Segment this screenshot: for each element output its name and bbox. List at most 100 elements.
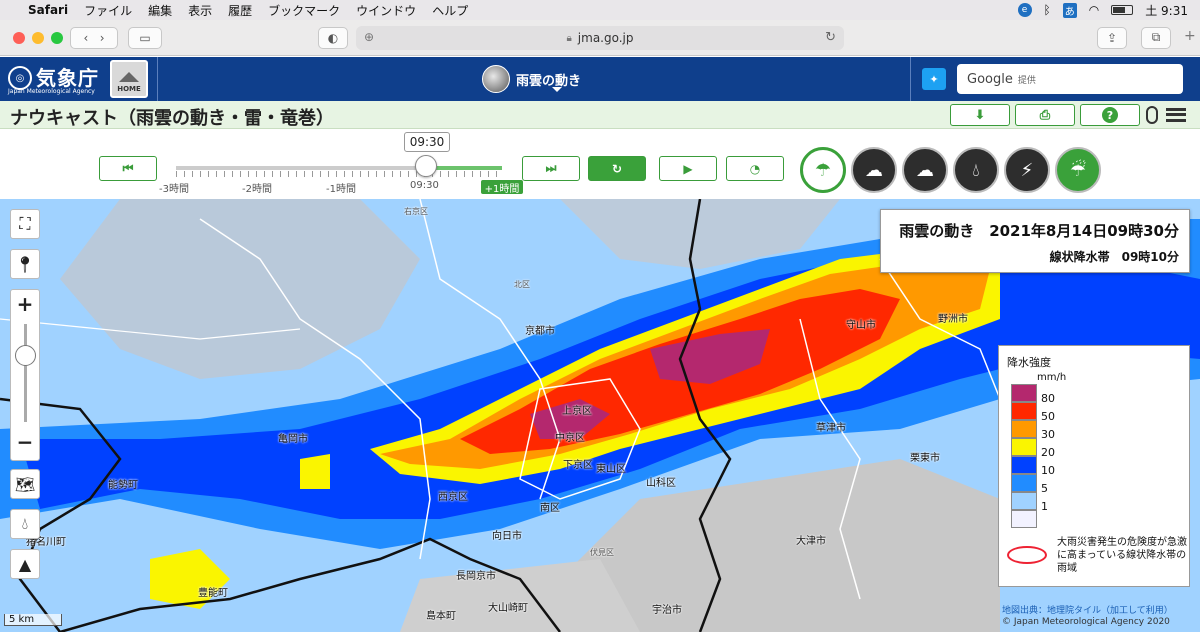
twitter-button[interactable]: ✦ bbox=[922, 68, 946, 90]
zoom-window-icon[interactable] bbox=[51, 31, 63, 44]
zoom-slider-handle[interactable] bbox=[15, 345, 36, 366]
thunder-toggle[interactable]: ☁ bbox=[851, 147, 897, 193]
tick-label: -3時間 bbox=[159, 184, 189, 195]
map-place-label: 西京区 bbox=[438, 492, 468, 503]
map-place-label: 北区 bbox=[514, 280, 530, 289]
back-icon[interactable]: ‹ bbox=[83, 31, 88, 45]
tabs-overview-button[interactable]: ⧉ bbox=[1141, 26, 1171, 49]
close-window-icon[interactable] bbox=[13, 31, 25, 44]
rain-radar-map[interactable]: 右京区 北区 京都市 上京区 中京区 下京区 東山区 山科区 南区 西京区 向日… bbox=[0, 199, 1200, 632]
new-tab-icon[interactable]: + bbox=[1184, 28, 1196, 44]
back-forward-buttons[interactable]: ‹ › bbox=[70, 26, 118, 49]
content-title: 雨雲の動き bbox=[516, 73, 582, 89]
content-selector[interactable]: 雨雲の動き bbox=[482, 65, 581, 93]
jma-logo[interactable]: ◎ 気象庁 Japan Meteorological Agency bbox=[6, 62, 106, 96]
water-drop-icon: 💧︎ bbox=[21, 514, 29, 533]
e-status-icon[interactable]: e bbox=[1017, 3, 1032, 17]
menu-window[interactable]: ウインドウ bbox=[356, 2, 416, 19]
privacy-report-button[interactable]: ◐ bbox=[318, 26, 348, 49]
zoom-out-button[interactable]: − bbox=[11, 430, 39, 454]
jma-logo-mark-icon: ◎ bbox=[8, 66, 32, 90]
map-place-label: 大山崎町 bbox=[488, 603, 528, 614]
future-label: +1時間 bbox=[481, 180, 523, 195]
play-button[interactable]: ▶ bbox=[659, 156, 717, 181]
lightning-toggle[interactable]: ⚡︎ bbox=[1004, 147, 1050, 193]
menu-edit[interactable]: 編集 bbox=[148, 2, 172, 19]
forward-icon[interactable]: › bbox=[100, 31, 105, 45]
skip-to-end-button[interactable]: ⏭ bbox=[522, 156, 580, 181]
time-slider-handle[interactable] bbox=[415, 155, 437, 177]
legend-swatch bbox=[1011, 402, 1037, 420]
menu-view[interactable]: 表示 bbox=[188, 2, 212, 19]
skip-start-icon: ⏮ bbox=[122, 161, 134, 175]
latest-button[interactable]: ↻ bbox=[588, 156, 646, 181]
map-layer-button[interactable]: 🗺︎ bbox=[10, 469, 40, 499]
terrain-layer-button[interactable]: ▲ bbox=[10, 549, 40, 579]
water-drop-toggle[interactable]: 💧︎ bbox=[953, 147, 999, 193]
legend-swatch bbox=[1011, 384, 1037, 402]
linear-rainband-toggle[interactable]: ☔︎ bbox=[1055, 147, 1101, 193]
wifi-icon[interactable]: ◠ bbox=[1089, 3, 1099, 17]
battery-icon[interactable] bbox=[1111, 5, 1134, 15]
zoom-in-button[interactable]: + bbox=[11, 292, 39, 316]
shield-icon: ◐ bbox=[327, 30, 339, 45]
bluetooth-icon[interactable]: ᛒ bbox=[1044, 3, 1051, 17]
share-button[interactable]: ⇪ bbox=[1097, 26, 1127, 49]
map-place-label: 豊能町 bbox=[198, 588, 228, 599]
map-place-label: 中京区 bbox=[555, 433, 585, 444]
fullscreen-button[interactable]: ⛶ bbox=[10, 209, 40, 239]
map-place-label: 南区 bbox=[540, 503, 560, 514]
precipitation-layer-button[interactable]: 💧︎ bbox=[10, 509, 40, 539]
google-provided-label: 提供 bbox=[1017, 75, 1036, 86]
window-controls bbox=[0, 31, 70, 44]
print-button[interactable]: ⎙ bbox=[1015, 104, 1075, 126]
home-button[interactable]: HOME bbox=[110, 60, 148, 98]
locate-button[interactable]: 📍︎ bbox=[10, 249, 40, 279]
tabs-icon: ⧉ bbox=[1151, 30, 1161, 44]
menu-bookmarks[interactable]: ブックマーク bbox=[268, 2, 340, 19]
map-place-label: 宇治市 bbox=[652, 605, 682, 616]
zoom-slider-track[interactable] bbox=[24, 324, 27, 422]
house-icon bbox=[119, 72, 139, 82]
jma-header: ◎ 気象庁 Japan Meteorological Agency HOME 雨… bbox=[0, 57, 1200, 101]
map-source-link[interactable]: 地図出典：地理院タイル（加工して利用） bbox=[1002, 603, 1173, 616]
chevron-down-icon[interactable] bbox=[552, 87, 562, 92]
map-place-label: 伏見区 bbox=[590, 548, 614, 557]
tornado-toggle[interactable]: ☁ bbox=[902, 147, 948, 193]
sidebar-button[interactable]: ▭ bbox=[128, 26, 162, 49]
ime-indicator[interactable]: あ bbox=[1062, 2, 1077, 18]
clock[interactable]: 土 9:31 bbox=[1145, 2, 1188, 19]
printer-icon: ⎙ bbox=[1039, 107, 1051, 123]
google-brand: Google bbox=[967, 71, 1013, 87]
speed-button[interactable]: ◔ bbox=[726, 156, 784, 181]
menu-history[interactable]: 履歴 bbox=[228, 2, 252, 19]
precipitation-legend: 降水強度 mm/h 80 50 30 20 10 5 1 大雨災害発生の危険度が急激に高まっ… bbox=[998, 345, 1190, 587]
new-tab-plus-icon[interactable]: ⊕ bbox=[364, 30, 374, 44]
tick-label: 09:30 bbox=[410, 180, 439, 191]
menu-help[interactable]: ヘルプ bbox=[432, 2, 468, 19]
download-button[interactable]: ⬇ bbox=[950, 104, 1010, 126]
menu-file[interactable]: ファイル bbox=[84, 2, 132, 19]
lightning-icon: ⚡︎ bbox=[1020, 159, 1034, 181]
rainband-time: 線状降水帯 09時10分 bbox=[1049, 250, 1179, 264]
map-place-label: 島本町 bbox=[426, 611, 456, 622]
google-search-input[interactable]: Google 提供 bbox=[957, 64, 1183, 94]
rain-cloud-toggle[interactable]: ☂ bbox=[800, 147, 846, 193]
reload-icon[interactable]: ↻ bbox=[825, 30, 836, 45]
tornado-cloud-icon: ☁ bbox=[916, 159, 934, 181]
minimize-window-icon[interactable] bbox=[32, 31, 44, 44]
time-slider-ticks bbox=[176, 171, 502, 177]
time-slider[interactable] bbox=[176, 166, 502, 170]
legend-swatch bbox=[1011, 492, 1037, 510]
help-button[interactable]: ? bbox=[1080, 104, 1140, 126]
legend-swatch bbox=[1011, 510, 1037, 528]
hamburger-menu-icon[interactable] bbox=[1166, 108, 1186, 122]
legend-value: 10 bbox=[1041, 464, 1055, 477]
app-menu[interactable]: Safari bbox=[28, 3, 68, 17]
skip-to-start-button[interactable]: ⏮ bbox=[99, 156, 157, 181]
rainband-cloud-icon: ☔︎ bbox=[1069, 159, 1087, 181]
mountain-icon: ▲ bbox=[18, 554, 32, 574]
mouse-icon[interactable] bbox=[1146, 106, 1158, 124]
map-place-label: 草津市 bbox=[816, 423, 846, 434]
address-bar[interactable]: ⊕ 🔒︎ jma.go.jp ↻ bbox=[356, 26, 844, 50]
